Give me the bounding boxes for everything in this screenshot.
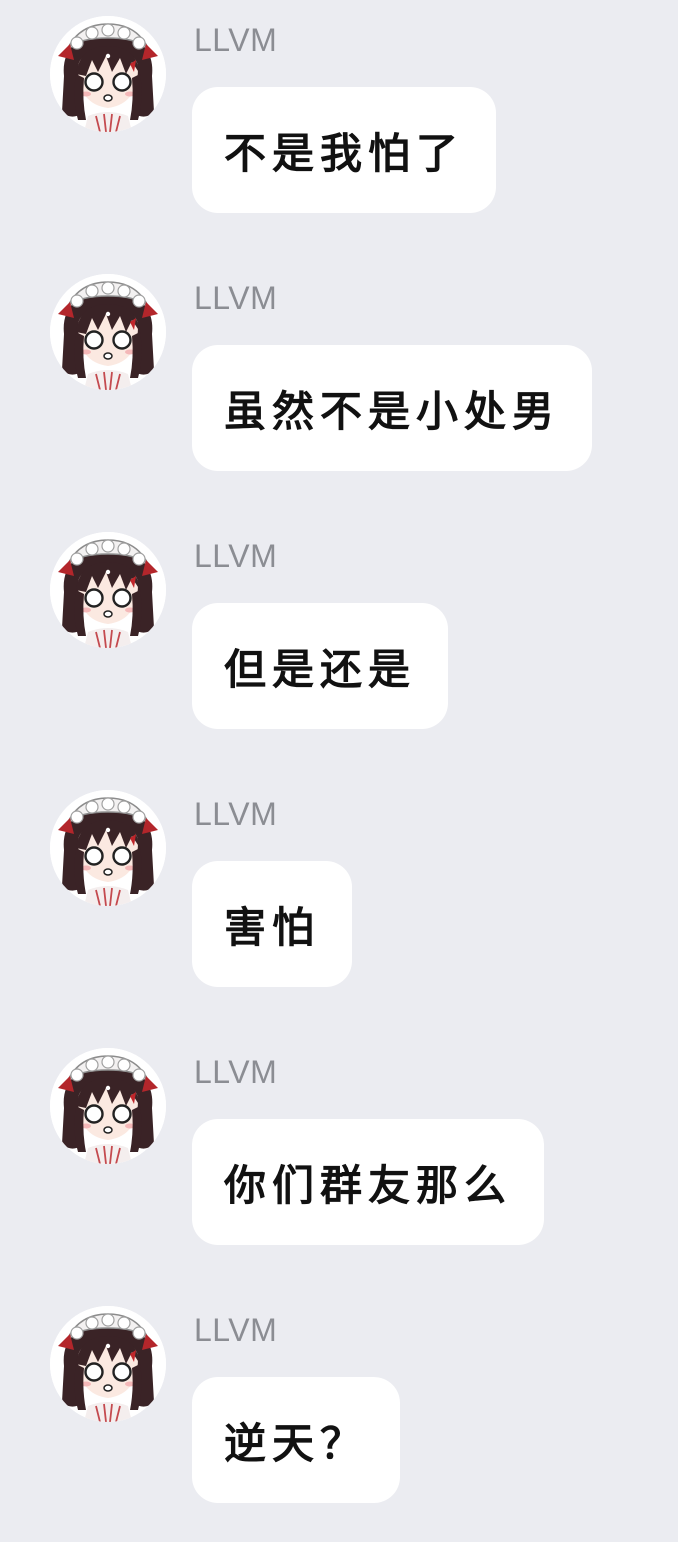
message-row: LLVM 虽然不是小处男	[0, 258, 678, 498]
sender-name[interactable]: LLVM	[194, 22, 277, 58]
sender-avatar[interactable]	[50, 532, 166, 648]
message-text: 逆天？	[224, 1418, 369, 1468]
chat-message-list[interactable]: LLVM 不是我怕了 LLVM 虽然不是小处男 LLVM 但是还是 LLVM 害…	[0, 0, 678, 1542]
sender-name[interactable]: LLVM	[194, 280, 277, 316]
anime-maid-girl-avatar-icon	[50, 274, 166, 390]
sender-name[interactable]: LLVM	[194, 1054, 277, 1090]
anime-maid-girl-avatar-icon	[50, 16, 166, 132]
message-text: 害怕	[224, 902, 321, 952]
sender-avatar[interactable]	[50, 16, 166, 132]
sender-avatar[interactable]	[50, 790, 166, 906]
message-row: LLVM 不是我怕了	[0, 0, 678, 240]
message-text: 虽然不是小处男	[224, 386, 561, 436]
message-row: LLVM 你们群友那么	[0, 1032, 678, 1272]
message-row: LLVM 但是还是	[0, 516, 678, 756]
sender-name[interactable]: LLVM	[194, 538, 277, 574]
anime-maid-girl-avatar-icon	[50, 1048, 166, 1164]
message-text: 但是还是	[224, 644, 417, 694]
anime-maid-girl-avatar-icon	[50, 1306, 166, 1422]
message-bubble[interactable]: 虽然不是小处男	[192, 345, 593, 471]
sender-avatar[interactable]	[50, 274, 166, 390]
message-bubble[interactable]: 但是还是	[192, 603, 449, 729]
anime-maid-girl-avatar-icon	[50, 532, 166, 648]
anime-maid-girl-avatar-icon	[50, 790, 166, 906]
message-row: LLVM 害怕	[0, 774, 678, 1014]
message-bubble[interactable]: 逆天？	[192, 1377, 401, 1503]
message-text: 不是我怕了	[224, 128, 465, 178]
sender-name[interactable]: LLVM	[194, 1312, 277, 1348]
sender-name[interactable]: LLVM	[194, 796, 277, 832]
sender-avatar[interactable]	[50, 1306, 166, 1422]
message-bubble[interactable]: 害怕	[192, 861, 353, 987]
sender-avatar[interactable]	[50, 1048, 166, 1164]
message-bubble[interactable]: 不是我怕了	[192, 87, 497, 213]
message-text: 你们群友那么	[224, 1160, 513, 1210]
message-row: LLVM 逆天？	[0, 1290, 678, 1530]
message-bubble[interactable]: 你们群友那么	[192, 1119, 545, 1245]
